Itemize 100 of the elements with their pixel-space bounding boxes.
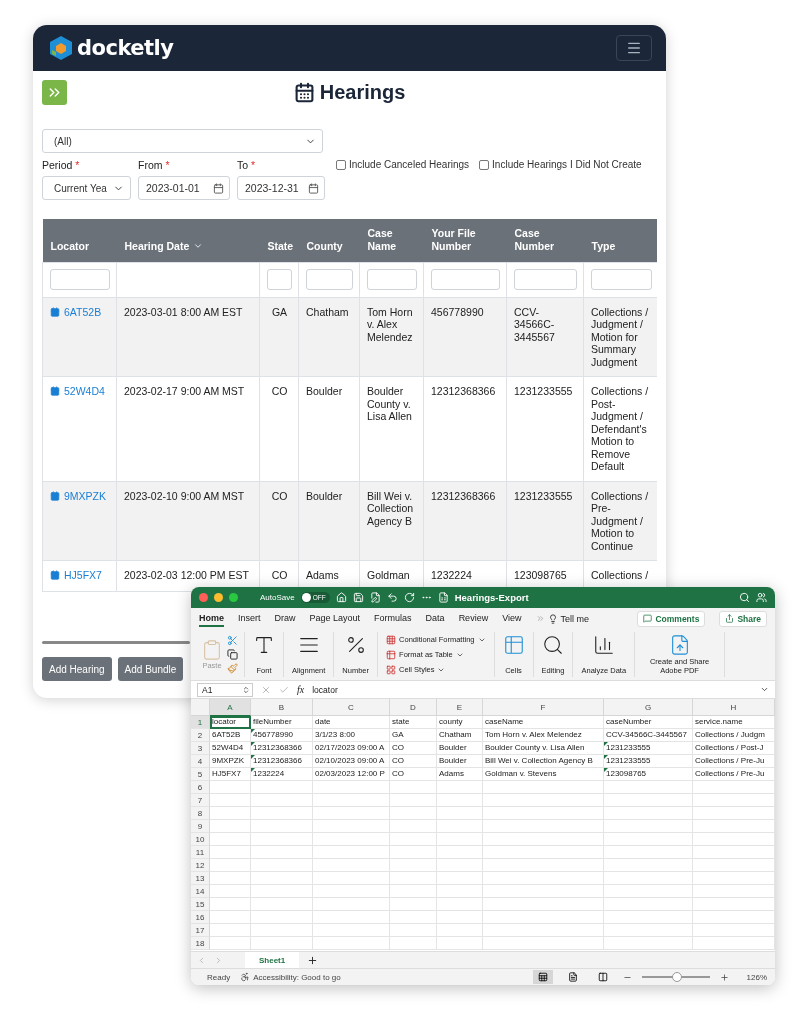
empty-cell[interactable] bbox=[251, 833, 313, 846]
empty-cell[interactable] bbox=[693, 833, 775, 846]
row-number[interactable]: 16 bbox=[191, 911, 210, 924]
empty-cell[interactable] bbox=[390, 885, 437, 898]
view-button[interactable] bbox=[532, 970, 553, 984]
chevrons-icon[interactable] bbox=[535, 614, 545, 623]
action-button[interactable]: Add Bundle bbox=[117, 657, 184, 681]
spreadsheet-cell[interactable]: Goldman v. Stevens bbox=[483, 768, 604, 781]
spreadsheet-cell[interactable]: HJ5FX7 bbox=[210, 768, 251, 781]
spreadsheet-cell[interactable]: caseNumber bbox=[604, 716, 693, 729]
empty-cell[interactable] bbox=[313, 833, 390, 846]
empty-cell[interactable] bbox=[483, 859, 604, 872]
scrollbar[interactable] bbox=[42, 641, 190, 644]
empty-cell[interactable] bbox=[437, 833, 483, 846]
document-title[interactable]: Hearings-Export bbox=[454, 592, 529, 603]
empty-cell[interactable] bbox=[251, 898, 313, 911]
empty-cell[interactable] bbox=[693, 872, 775, 885]
column-header[interactable]: E bbox=[437, 699, 483, 716]
empty-cell[interactable] bbox=[390, 846, 437, 859]
comments-button[interactable]: Comments bbox=[637, 610, 706, 627]
empty-cell[interactable] bbox=[693, 781, 775, 794]
empty-cell[interactable] bbox=[390, 872, 437, 885]
empty-cell[interactable] bbox=[313, 807, 390, 820]
empty-cell[interactable] bbox=[483, 937, 604, 950]
confirm-icon[interactable] bbox=[279, 684, 289, 695]
spreadsheet-cell[interactable]: locator bbox=[210, 716, 251, 729]
empty-cell[interactable] bbox=[251, 911, 313, 924]
spreadsheet-cell[interactable]: 52W4D4 bbox=[210, 742, 251, 755]
empty-cell[interactable] bbox=[693, 859, 775, 872]
row-number[interactable]: 10 bbox=[191, 833, 210, 846]
empty-cell[interactable] bbox=[313, 937, 390, 950]
empty-cell[interactable] bbox=[693, 794, 775, 807]
empty-cell[interactable] bbox=[251, 807, 313, 820]
expand-icon[interactable] bbox=[760, 685, 769, 694]
row-number[interactable]: 7 bbox=[191, 794, 210, 807]
empty-cell[interactable] bbox=[313, 924, 390, 937]
empty-cell[interactable] bbox=[437, 911, 483, 924]
slider-thumb[interactable] bbox=[671, 972, 682, 982]
ribbon-tab[interactable]: Data bbox=[425, 610, 445, 627]
spreadsheet-cell[interactable]: 02/10/2023 09:00 A bbox=[313, 755, 390, 768]
spreadsheet-cell[interactable]: CCV-34566C-3445567 bbox=[604, 729, 693, 742]
empty-cell[interactable] bbox=[604, 807, 693, 820]
row-number[interactable]: 4 bbox=[191, 755, 210, 768]
row-number[interactable]: 17 bbox=[191, 924, 210, 937]
empty-cell[interactable] bbox=[313, 859, 390, 872]
empty-cell[interactable] bbox=[390, 898, 437, 911]
locator-link[interactable]: 6AT52B bbox=[50, 305, 102, 318]
empty-cell[interactable] bbox=[390, 859, 437, 872]
ribbon-tab[interactable]: Review bbox=[458, 610, 489, 627]
scope-select[interactable]: (All) bbox=[42, 129, 323, 153]
spreadsheet-cell[interactable]: Boulder bbox=[437, 742, 483, 755]
empty-cell[interactable] bbox=[483, 846, 604, 859]
empty-cell[interactable] bbox=[693, 820, 775, 833]
empty-cell[interactable] bbox=[604, 846, 693, 859]
people-icon[interactable] bbox=[756, 592, 767, 603]
spreadsheet-cell[interactable]: Collections / Pre-Ju bbox=[693, 768, 775, 781]
spreadsheet-cell[interactable]: service.name bbox=[693, 716, 775, 729]
empty-cell[interactable] bbox=[251, 937, 313, 950]
copy-icon[interactable] bbox=[227, 649, 238, 660]
empty-cell[interactable] bbox=[604, 833, 693, 846]
empty-cell[interactable] bbox=[693, 807, 775, 820]
spreadsheet-cell[interactable]: 9MXPZK bbox=[210, 755, 251, 768]
empty-cell[interactable] bbox=[251, 820, 313, 833]
cancel-icon[interactable] bbox=[261, 684, 271, 695]
share-button[interactable]: Share bbox=[719, 610, 767, 627]
zoom-in-icon[interactable] bbox=[719, 972, 729, 982]
empty-cell[interactable] bbox=[251, 872, 313, 885]
spreadsheet-cell[interactable]: CO bbox=[390, 768, 437, 781]
empty-cell[interactable] bbox=[251, 781, 313, 794]
row-number[interactable]: 13 bbox=[191, 872, 210, 885]
spreadsheet-cell[interactable]: 12312368366 bbox=[251, 755, 313, 768]
sheet-tab[interactable]: Sheet1 bbox=[245, 951, 300, 969]
next-sheet-icon[interactable] bbox=[214, 955, 223, 965]
row-number[interactable]: 18 bbox=[191, 937, 210, 950]
empty-cell[interactable] bbox=[604, 781, 693, 794]
locator-link[interactable]: 9MXPZK bbox=[50, 489, 106, 502]
spreadsheet-cell[interactable]: Boulder bbox=[437, 755, 483, 768]
empty-cell[interactable] bbox=[604, 794, 693, 807]
empty-cell[interactable] bbox=[251, 885, 313, 898]
spreadsheet-cell[interactable]: Collections / Judgm bbox=[693, 729, 775, 742]
accessibility-status[interactable]: Accessibility: Good to go bbox=[253, 972, 341, 982]
empty-cell[interactable] bbox=[483, 924, 604, 937]
spreadsheet-cell[interactable]: fileNumber bbox=[251, 716, 313, 729]
ribbon-tab[interactable]: Home bbox=[199, 610, 224, 627]
row-number[interactable]: 11 bbox=[191, 846, 210, 859]
row-number[interactable]: 9 bbox=[191, 820, 210, 833]
column-header[interactable]: Your File Number bbox=[423, 219, 507, 262]
name-box[interactable]: A1 bbox=[197, 682, 253, 697]
row-number[interactable]: 12 bbox=[191, 859, 210, 872]
column-header[interactable]: Locator bbox=[42, 219, 117, 262]
filter-input[interactable] bbox=[514, 269, 577, 290]
action-button[interactable]: Add Hearing bbox=[42, 657, 112, 681]
menu-button[interactable] bbox=[616, 35, 652, 61]
select-all-corner[interactable] bbox=[191, 699, 210, 716]
empty-cell[interactable] bbox=[437, 872, 483, 885]
empty-cell[interactable] bbox=[604, 911, 693, 924]
spreadsheet-cell[interactable]: 123098765 bbox=[604, 768, 693, 781]
redo-icon[interactable] bbox=[403, 592, 415, 603]
column-header[interactable]: Type bbox=[583, 219, 657, 262]
spreadsheet-cell[interactable]: Collections / Post-J bbox=[693, 742, 775, 755]
